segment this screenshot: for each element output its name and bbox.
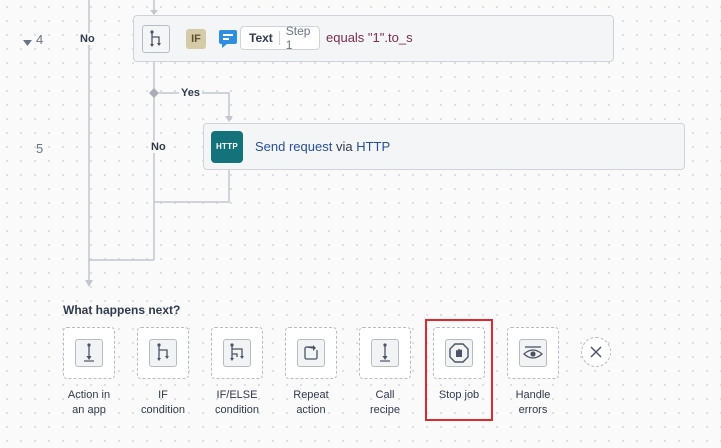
close-button[interactable] [581, 337, 611, 367]
flow-connectors [85, 0, 233, 287]
action-in-app-label: Action in an app [67, 389, 111, 416]
if-condition-option[interactable] [137, 327, 189, 379]
if-else-option[interactable] [211, 327, 263, 379]
what-happens-next-title: What happens next? [63, 303, 181, 317]
datapill-text-step1[interactable]: Text Step 1 [240, 24, 320, 52]
http-logo-icon: HTTP [211, 131, 243, 163]
step-number-4: 4 [36, 32, 44, 47]
text-app-icon [218, 28, 238, 55]
if-condition-icon [149, 339, 177, 367]
eye-icon [519, 339, 547, 367]
condition-text: equals "1".to_s [326, 30, 413, 45]
branch-label-yes: Yes [179, 87, 202, 99]
http-action-card[interactable]: HTTP Send request via HTTP [203, 123, 685, 170]
call-recipe-option[interactable] [359, 327, 411, 379]
close-icon [590, 346, 602, 358]
branch-label-no: No [78, 33, 97, 45]
datapill-step: Step 1 [285, 24, 311, 52]
via-text: via [335, 139, 353, 154]
stop-job-highlight [425, 319, 493, 421]
repeat-action-label: Repeat action [293, 389, 329, 416]
if-else-label: IF/ELSE condition [214, 389, 260, 416]
if-branch-icon [142, 25, 170, 53]
handle-errors-option[interactable] [507, 327, 559, 379]
action-name: Send request [255, 139, 333, 154]
if-else-icon [223, 339, 251, 367]
datapill-name: Text [241, 31, 280, 45]
action-icon [75, 339, 103, 367]
action-description: Send request via HTTP [255, 139, 390, 154]
collapse-caret-icon[interactable] [23, 34, 33, 52]
step-number-5: 5 [36, 141, 44, 156]
branch-label-no-2: No [149, 141, 168, 153]
if-condition-label: IF condition [140, 389, 186, 416]
call-recipe-label: Call recipe [370, 389, 400, 416]
if-badge: IF [186, 29, 206, 49]
action-in-app-option[interactable] [63, 327, 115, 379]
repeat-icon [297, 339, 325, 367]
call-recipe-icon [371, 339, 399, 367]
handle-errors-label: Handle errors [515, 389, 551, 416]
repeat-action-option[interactable] [285, 327, 337, 379]
app-name: HTTP [356, 139, 391, 154]
if-step-card[interactable]: IF Text Step 1 equals "1".to_s [133, 15, 614, 62]
